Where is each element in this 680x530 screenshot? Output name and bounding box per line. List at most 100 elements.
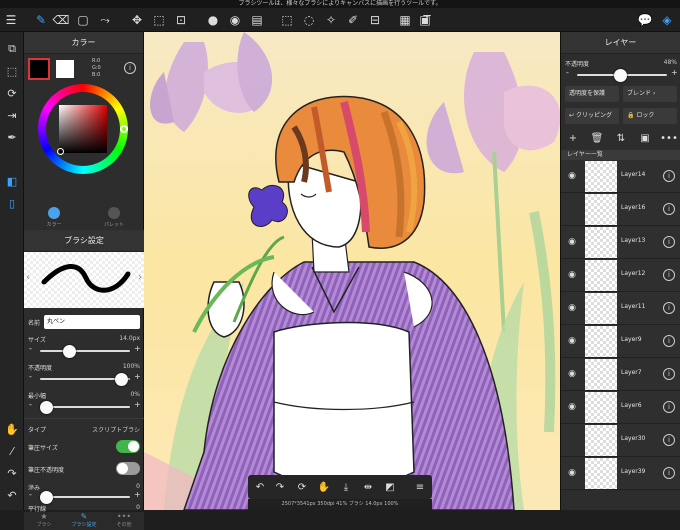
lasso-icon[interactable]: ◌ [300,11,318,29]
size-slider[interactable] [40,345,130,358]
layer-row[interactable]: ◉ Layer9 i [561,325,680,358]
add-layer-icon[interactable]: + [565,130,581,146]
eye-icon[interactable]: ◉ [565,400,579,414]
redo-icon[interactable]: ↷ [3,464,21,482]
layer-row[interactable]: ◉ Layer7 i [561,358,680,391]
tab-palette[interactable]: パレット [84,204,144,230]
min-width-minus-icon[interactable]: - [29,400,32,409]
layer-row[interactable]: ◉ Layer13 i [561,226,680,259]
mesh-transform-icon[interactable]: ⊡ [172,11,190,29]
size-plus-icon[interactable]: + [134,344,141,353]
gradation-icon[interactable]: ▤ [248,11,266,29]
delete-layer-icon[interactable]: 🗑 [589,130,605,146]
eye-icon[interactable]: ◉ [565,466,579,480]
menu-icon[interactable]: ☰ [2,11,20,29]
layer-info-icon[interactable]: i [663,203,675,215]
layer-row[interactable]: ◉ Layer39 i [561,457,680,490]
panel-icon[interactable]: ▦ [396,11,414,29]
min-width-slider[interactable] [40,401,130,414]
bucket-icon[interactable]: ◉ [226,11,244,29]
main-color-swatch[interactable] [28,58,50,80]
layer-info-icon[interactable]: i [663,467,675,479]
tab-brush[interactable]: ★ ブラシ [24,512,64,530]
canvas-hand-icon[interactable]: ✋ [316,479,332,495]
layer-info-icon[interactable]: i [663,236,675,248]
select-all-icon[interactable]: ⬚ [3,62,21,80]
layer-row[interactable]: ◉ Layer6 i [561,391,680,424]
canvas-undo-icon[interactable]: ↶ [252,479,268,495]
tab-brush-settings[interactable]: ✎ ブラシ設定 [64,512,104,530]
layer-info-icon[interactable]: i [663,302,675,314]
eye-hidden-icon[interactable] [565,433,579,447]
layer-image-icon[interactable]: ▣ [637,130,653,146]
eye-icon[interactable]: ◉ [565,268,579,282]
undo-icon[interactable]: ↶ [3,486,21,504]
fill-icon[interactable]: ● [204,11,222,29]
brush-icon[interactable]: ✎ [32,11,50,29]
stabilizer-icon[interactable]: ⤳ [96,11,114,29]
eye-icon[interactable]: ◉ [565,235,579,249]
brush-name-field[interactable]: 丸ペン [44,315,140,329]
layer-opacity-minus-icon[interactable]: - [566,68,569,77]
layer-info-icon[interactable]: i [663,170,675,182]
layer-row[interactable]: Layer30 i [561,424,680,457]
picker-icon[interactable]: ⁄ [3,442,21,460]
min-width-plus-icon[interactable]: + [134,400,141,409]
hand-icon[interactable]: ✋ [3,420,21,438]
layer-info-icon[interactable]: i [663,401,675,413]
layer-info-icon[interactable]: i [663,269,675,281]
canvas-save-icon[interactable]: ⤓ [338,479,354,495]
eye-icon[interactable]: ◉ [565,169,579,183]
saturation-square[interactable] [59,105,107,153]
blur-slider[interactable] [40,491,130,504]
canvas[interactable] [144,32,560,510]
copy-icon[interactable]: ⧉ [3,40,21,58]
blur-minus-icon[interactable]: - [29,490,32,499]
move-layer-icon[interactable]: ⇅ [613,130,629,146]
clipping-button[interactable]: ↩ クリッピング [565,108,619,124]
layers-icon[interactable]: ◈ [658,11,676,29]
layer-row[interactable]: Layer16 i [561,193,680,226]
blur-plus-icon[interactable]: + [134,490,141,499]
eye-icon[interactable]: ◉ [565,301,579,315]
blend-button[interactable]: ブレンド › [623,86,677,102]
canvas-edit-icon[interactable]: ◩ [382,479,398,495]
protect-alpha-button[interactable]: 透明度を保護 [565,86,619,102]
canvas-rotate-icon[interactable]: ⟳ [294,479,310,495]
eyedropper-icon[interactable]: ✒ [3,128,21,146]
lock-button[interactable]: 🔒 ロック [623,108,677,124]
layer-opacity-slider[interactable] [577,69,667,82]
layer-info-icon[interactable]: i [663,434,675,446]
opacity-slider[interactable] [40,373,130,386]
next-brush-icon[interactable]: › [138,272,142,283]
type-row[interactable]: タイプ スクリプトブラシ [24,422,144,436]
select-pen-icon[interactable]: ✐ [344,11,362,29]
tab-other[interactable]: ••• その他 [104,512,144,530]
color-info-icon[interactable]: i [124,62,136,74]
eye-icon[interactable]: ◉ [565,334,579,348]
color-wheel[interactable] [38,84,128,174]
size-minus-icon[interactable]: - [29,344,32,353]
rotate-icon[interactable]: ⟳ [3,84,21,102]
layer-row[interactable]: ◉ Layer11 i [561,292,680,325]
prev-brush-icon[interactable]: ‹ [26,272,30,283]
layer-more-icon[interactable]: ••• [660,130,678,146]
layer-info-icon[interactable]: i [663,335,675,347]
canvas-redo-icon[interactable]: ↷ [272,479,288,495]
select-eraser-icon[interactable]: ⊟ [366,11,384,29]
canvas-menu-icon[interactable]: ≡ [412,479,428,495]
transform-icon[interactable]: ⬚ [150,11,168,29]
flip-icon[interactable]: ⇥ [3,106,21,124]
sub-color-swatch[interactable] [56,60,74,78]
rectangle-icon[interactable]: ▢ [74,11,92,29]
layer-info-icon[interactable]: i [663,368,675,380]
eye-icon[interactable]: ◉ [565,367,579,381]
text-icon[interactable]: T [418,11,436,29]
pressure-opacity-toggle[interactable] [116,462,140,475]
tab-color[interactable]: カラー [24,204,84,230]
opacity-plus-icon[interactable]: + [134,372,141,381]
chat-icon[interactable]: 💬 [636,11,654,29]
magic-wand-icon[interactable]: ✧ [322,11,340,29]
move-icon[interactable]: ✥ [128,11,146,29]
layer-row[interactable]: ◉ Layer14 i [561,160,680,193]
